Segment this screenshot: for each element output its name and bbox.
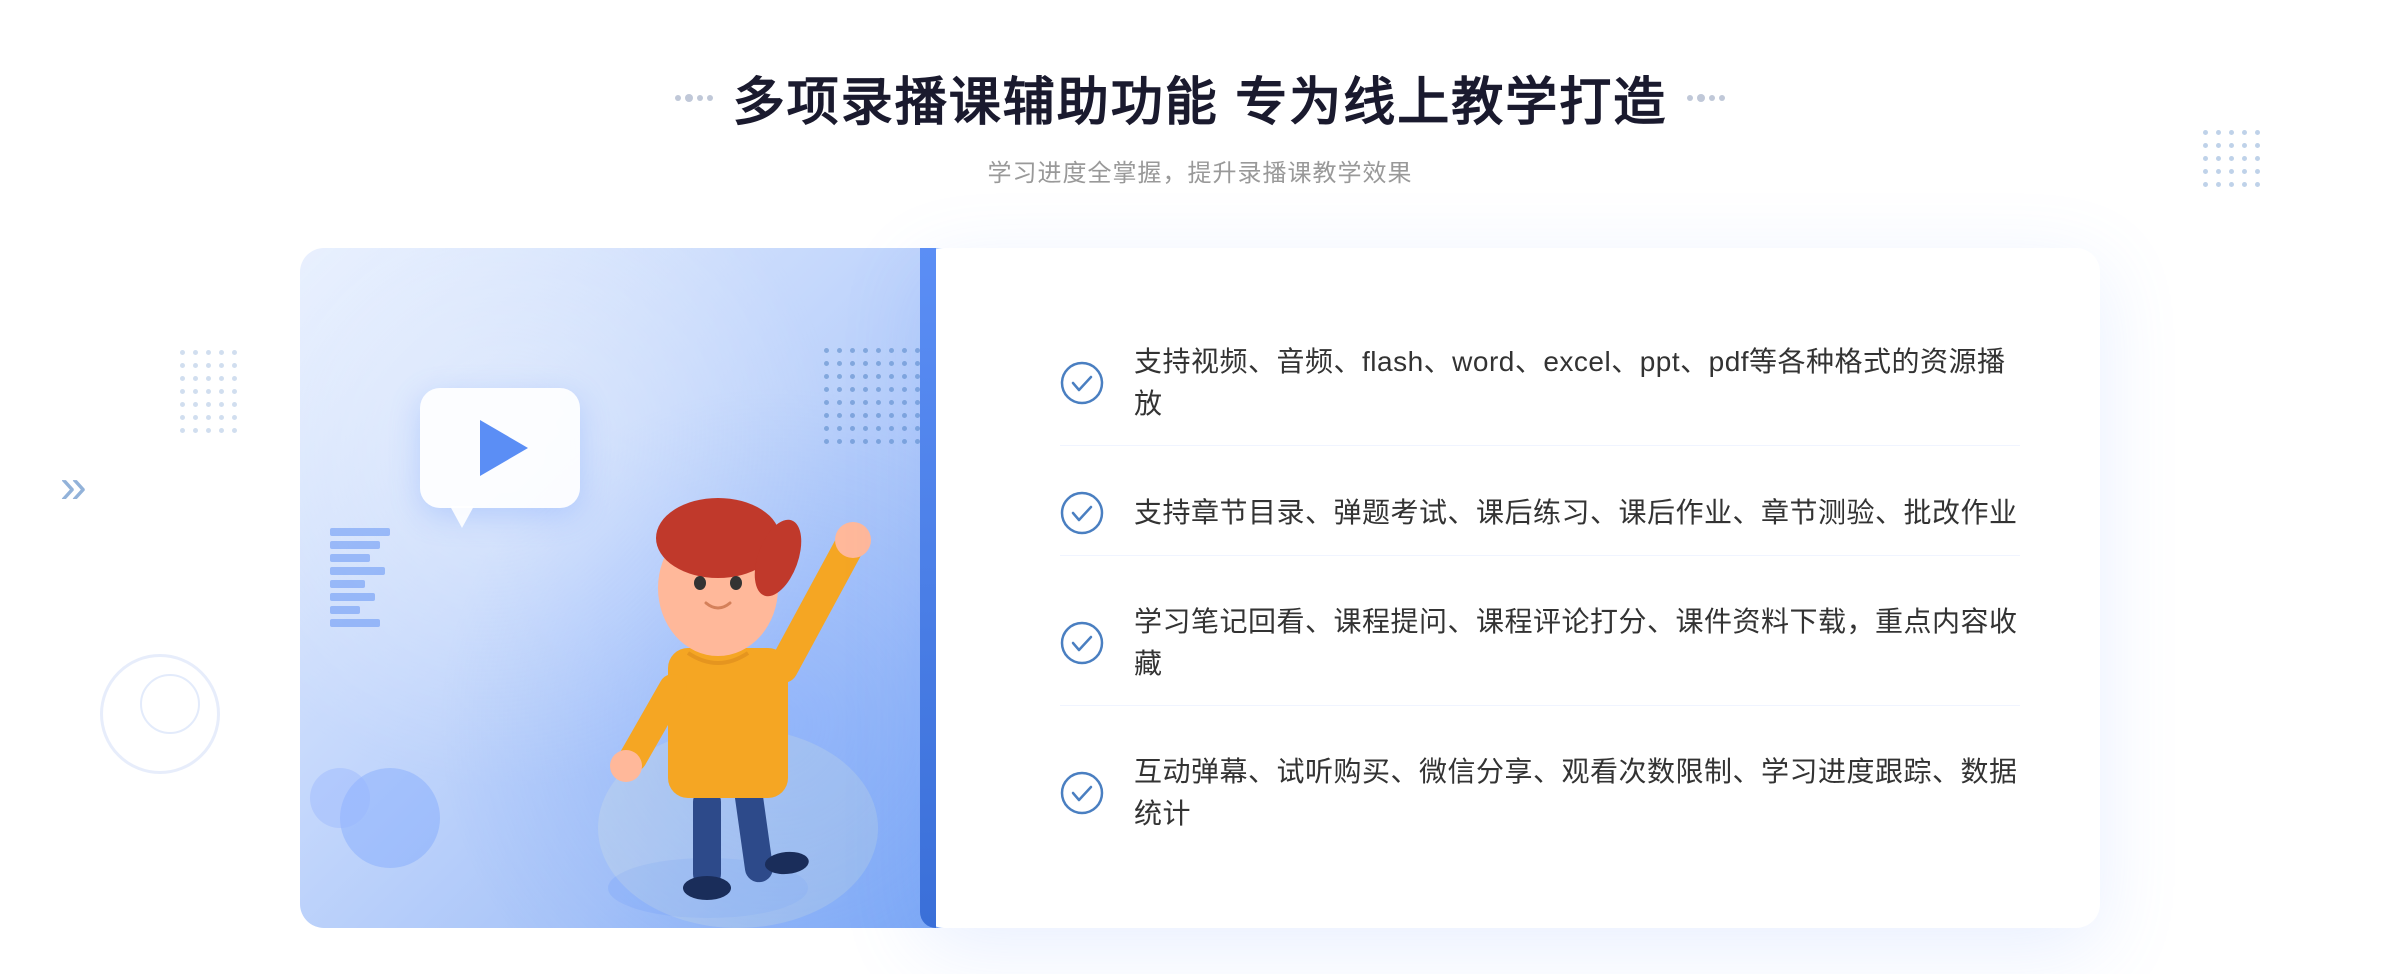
feature-text-1: 支持视频、音频、flash、word、excel、ppt、pdf等各种格式的资源…: [1134, 341, 2020, 425]
play-icon: [480, 420, 528, 476]
title-row: 多项录播课辅助功能 专为线上教学打造: [675, 60, 1725, 135]
outer-circle-2: [140, 674, 200, 734]
page-container: » 多项录播课辅助功能 专为线上教学打造 学习进度全掌握，提升录播课教学效果: [0, 0, 2400, 974]
features-panel: 支持视频、音频、flash、word、excel、ppt、pdf等各种格式的资源…: [920, 248, 2100, 928]
check-icon-3: [1060, 621, 1104, 665]
deco-circle-2: [310, 768, 370, 828]
content-area: 支持视频、音频、flash、word、excel、ppt、pdf等各种格式的资源…: [300, 248, 2100, 928]
outer-dots-right: [2203, 130, 2260, 187]
title-decoration-left: [675, 94, 713, 102]
feature-item-2: 支持章节目录、弹题考试、课后练习、课后作业、章节测验、批改作业: [1060, 471, 2020, 556]
main-title: 多项录播课辅助功能 专为线上教学打造: [733, 60, 1667, 135]
feature-item-3: 学习笔记回看、课程提问、课程评论打分、课件资料下载，重点内容收藏: [1060, 581, 2020, 706]
outer-dots-left: [180, 350, 237, 433]
header-section: 多项录播课辅助功能 专为线上教学打造 学习进度全掌握，提升录播课教学效果: [675, 60, 1725, 188]
title-decoration-right: [1687, 94, 1725, 102]
illustration-panel: [300, 248, 980, 928]
feature-text-4: 互动弹幕、试听购买、微信分享、观看次数限制、学习进度跟踪、数据统计: [1134, 751, 2020, 835]
subtitle: 学习进度全掌握，提升录播课教学效果: [675, 153, 1725, 188]
features-sidebar-accent: [920, 248, 936, 928]
feature-text-3: 学习笔记回看、课程提问、课程评论打分、课件资料下载，重点内容收藏: [1134, 601, 2020, 685]
check-icon-2: [1060, 491, 1104, 535]
feature-item-1: 支持视频、音频、flash、word、excel、ppt、pdf等各种格式的资源…: [1060, 321, 2020, 446]
check-icon-1: [1060, 361, 1104, 405]
feature-text-2: 支持章节目录、弹题考试、课后练习、课后作业、章节测验、批改作业: [1134, 492, 2018, 534]
deco-stripe: [330, 528, 390, 628]
feature-item-4: 互动弹幕、试听购买、微信分享、观看次数限制、学习进度跟踪、数据统计: [1060, 731, 2020, 855]
chevron-left-icon: »: [60, 460, 87, 515]
character-figure: [538, 428, 878, 928]
check-icon-4: [1060, 771, 1104, 815]
